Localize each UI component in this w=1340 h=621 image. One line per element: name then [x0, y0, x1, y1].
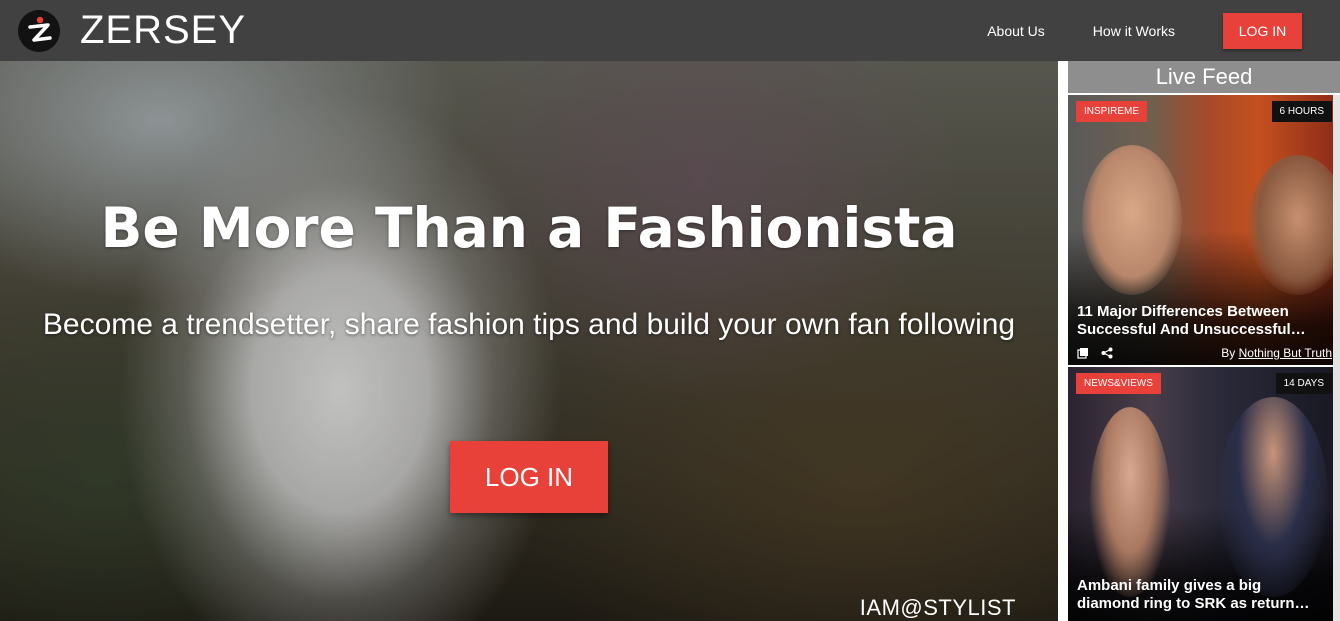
- hero-subtitle: Become a trendsetter, share fashion tips…: [42, 308, 1016, 341]
- hero-title: Be More Than a Fashionista: [100, 196, 958, 260]
- card-title-line: diamond ring to SRK as return…: [1077, 595, 1310, 612]
- nav-login-button[interactable]: LOG IN: [1223, 12, 1302, 49]
- card-actions: [1077, 347, 1113, 359]
- feed-scrollbar[interactable]: [1333, 95, 1340, 621]
- share-icon[interactable]: [1101, 347, 1113, 359]
- card-meta: By Nothing But Truth: [1077, 345, 1332, 361]
- live-feed-panel: Live Feed INSPIREME 6 HOURS 11 Major Dif…: [1058, 61, 1340, 621]
- top-navbar: ZERSEY About Us How it Works LOG IN: [0, 0, 1340, 61]
- nav-about-us-link[interactable]: About Us: [987, 23, 1045, 39]
- card-author: By Nothing But Truth: [1221, 346, 1332, 360]
- zersey-logo-icon[interactable]: [18, 9, 60, 52]
- hero-banner: Be More Than a Fashionista Become a tren…: [0, 61, 1058, 621]
- nav-how-it-works-link[interactable]: How it Works: [1093, 23, 1175, 39]
- card-title[interactable]: 11 Major Differences Between Successful …: [1077, 303, 1335, 339]
- card-image-person-right: [1218, 397, 1328, 597]
- feed-card[interactable]: NEWS&VIEWS 14 DAYS Ambani family gives a…: [1068, 367, 1340, 621]
- live-feed-header: Live Feed: [1068, 61, 1340, 93]
- hero-login-button[interactable]: LOG IN: [450, 441, 608, 513]
- card-image-person-right: [1248, 155, 1340, 295]
- brand-name[interactable]: ZERSEY: [80, 8, 246, 53]
- card-title[interactable]: Ambani family gives a big diamond ring t…: [1077, 577, 1335, 613]
- card-title-line: Successful And Unsuccessful…: [1077, 321, 1306, 338]
- card-age-badge: 6 HOURS: [1271, 101, 1332, 122]
- gallery-icon[interactable]: [1077, 347, 1089, 359]
- brand[interactable]: ZERSEY: [18, 8, 246, 53]
- card-title-line: Ambani family gives a big: [1077, 577, 1262, 594]
- card-author-link[interactable]: Nothing But Truth: [1239, 346, 1332, 360]
- card-image-person-left: [1090, 407, 1170, 597]
- card-author-prefix: By: [1221, 346, 1236, 360]
- card-image-person-left: [1082, 145, 1182, 295]
- card-category-tag[interactable]: NEWS&VIEWS: [1076, 373, 1161, 394]
- hero-photo-credit: IAM@STYLIST: [859, 595, 1016, 620]
- nav-links: About Us How it Works LOG IN: [987, 0, 1302, 61]
- card-category-tag[interactable]: INSPIREME: [1076, 101, 1148, 122]
- card-age-badge: 14 DAYS: [1275, 373, 1332, 394]
- card-title-line: 11 Major Differences Between: [1077, 303, 1289, 320]
- feed-card[interactable]: INSPIREME 6 HOURS 11 Major Differences B…: [1068, 95, 1340, 365]
